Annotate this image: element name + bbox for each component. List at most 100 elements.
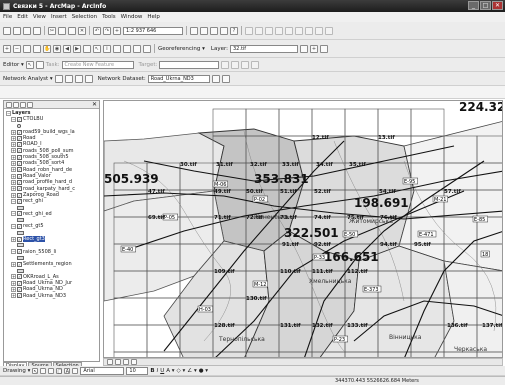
layout-view-icon[interactable] <box>115 359 121 365</box>
list-by-drawing-order-icon[interactable] <box>6 101 12 108</box>
arc-icon[interactable] <box>275 26 283 35</box>
layer-visibility-checkbox[interactable]: ✓ <box>17 154 22 160</box>
layer-visibility-checkbox[interactable]: ✓ <box>17 186 22 192</box>
menu-edit[interactable]: Edit <box>17 14 28 20</box>
collapse-icon[interactable]: − <box>11 116 16 122</box>
expand-icon[interactable]: + <box>11 192 16 198</box>
fixed-zoom-out-icon[interactable] <box>33 44 41 53</box>
layer-visibility-checkbox[interactable]: ✓ <box>17 135 22 141</box>
split-tool-icon[interactable] <box>221 60 230 69</box>
drawing-menu[interactable]: Drawing ▾ <box>3 368 30 374</box>
network-window-icon[interactable] <box>54 74 63 83</box>
map-scale-combo[interactable]: 1:2 937 646 <box>123 26 183 35</box>
layer-visibility-checkbox[interactable]: ✓ <box>17 167 22 173</box>
map-view[interactable]: E-40 M-06 P-05 P-02 E-95 M-21 E-50 M-12 P-33 E-37… <box>103 100 503 358</box>
expand-icon[interactable]: + <box>11 261 16 267</box>
layer-visibility-checkbox[interactable]: ✓ <box>17 198 22 204</box>
intersection-icon[interactable] <box>325 26 333 35</box>
zoom-out-icon[interactable]: − <box>13 44 21 53</box>
edit-vertices-icon[interactable] <box>72 367 79 374</box>
target-combo[interactable] <box>159 60 220 69</box>
expand-icon[interactable]: + <box>11 135 16 141</box>
time-slider-icon[interactable] <box>143 44 151 53</box>
fill-color-button[interactable]: ◇ ▾ <box>177 368 186 374</box>
close-button[interactable]: ✕ <box>492 1 503 10</box>
endpoint-arc-icon[interactable] <box>285 26 293 35</box>
full-extent-icon[interactable]: ◉ <box>53 44 61 53</box>
menu-tools[interactable]: Tools <box>102 14 116 20</box>
collapse-icon[interactable]: − <box>11 223 16 229</box>
open-folder-icon[interactable] <box>13 26 21 35</box>
expand-icon[interactable]: + <box>11 293 16 299</box>
select-features-icon[interactable] <box>83 44 91 53</box>
pause-drawing-icon[interactable] <box>131 359 137 365</box>
rotate-tool-icon[interactable] <box>231 60 240 69</box>
expand-icon[interactable]: + <box>11 129 16 135</box>
task-combo[interactable]: Create New Feature <box>61 60 134 69</box>
data-view-icon[interactable] <box>107 359 113 365</box>
menu-insert[interactable]: Insert <box>51 14 67 20</box>
network-dataset-combo[interactable]: Road_Ukrna_ND3 <box>147 74 210 83</box>
solve-icon[interactable] <box>84 74 93 83</box>
layer-visibility-checkbox[interactable]: ✓ <box>17 148 22 154</box>
redo-icon[interactable]: ↷ <box>103 26 111 35</box>
find-icon[interactable] <box>113 44 121 53</box>
identify-icon[interactable]: i <box>103 44 111 53</box>
menu-file[interactable]: File <box>3 14 12 20</box>
list-by-selection-icon[interactable] <box>27 101 33 108</box>
edit-vertices-icon[interactable] <box>255 26 263 35</box>
layer-visibility-checkbox[interactable]: ✓ <box>17 173 22 179</box>
collapse-icon[interactable]: − <box>11 249 16 255</box>
expand-icon[interactable]: + <box>11 186 16 192</box>
list-by-source-icon[interactable] <box>13 101 19 108</box>
layer-visibility-checkbox[interactable]: ✓ <box>17 261 22 267</box>
layer-visibility-checkbox[interactable]: ✓ <box>17 293 22 299</box>
expand-icon[interactable]: + <box>11 167 16 173</box>
map-canvas[interactable]: E-40M-06P-05P-02E-95M-21E-50M-12P-33E-37… <box>104 101 503 358</box>
italic-button[interactable]: I <box>157 368 159 374</box>
catalog-icon[interactable] <box>200 26 208 35</box>
attributes-icon[interactable] <box>241 60 250 69</box>
copy-icon[interactable] <box>58 26 66 35</box>
view-link-table-icon[interactable] <box>320 44 328 53</box>
cut-icon[interactable]: ✂ <box>48 26 56 35</box>
font-name-combo[interactable]: Arial <box>80 366 125 375</box>
paste-icon[interactable] <box>68 26 76 35</box>
underline-button[interactable]: U <box>160 368 164 374</box>
editor-menu[interactable]: Editor ▾ <box>3 62 24 68</box>
delete-icon[interactable]: ✕ <box>78 26 86 35</box>
measure-icon[interactable] <box>123 44 131 53</box>
layer-visibility-checkbox[interactable]: ✓ <box>17 142 22 148</box>
georeferencing-menu[interactable]: Georeferencing ▾ <box>158 46 205 52</box>
distance-icon[interactable] <box>315 26 323 35</box>
font-size-combo[interactable]: 10 <box>126 366 149 375</box>
hyperlink-icon[interactable] <box>133 44 141 53</box>
layer-visibility-checkbox[interactable]: ✓ <box>17 286 22 292</box>
select-elements-icon[interactable]: ↖ <box>32 367 39 375</box>
minimize-button[interactable]: _ <box>468 1 479 10</box>
zoom-whole-page-icon[interactable] <box>48 367 55 374</box>
layer-visibility-checkbox[interactable]: ✓ <box>17 280 22 286</box>
network-identify-icon[interactable] <box>221 74 230 83</box>
arctoolbox-icon[interactable] <box>210 26 218 35</box>
collapse-icon[interactable]: − <box>6 110 11 116</box>
expand-icon[interactable]: + <box>11 179 16 185</box>
expand-icon[interactable]: + <box>11 148 16 154</box>
print-icon[interactable] <box>33 26 41 35</box>
undo-icon[interactable]: ↶ <box>93 26 101 35</box>
trace-icon[interactable] <box>265 26 273 35</box>
zoom-in-icon[interactable]: + <box>3 44 11 53</box>
layer-visibility-checkbox[interactable]: ✓ <box>17 249 22 255</box>
bold-button[interactable]: B <box>150 368 154 374</box>
editor-toolbar-icon[interactable] <box>190 26 198 35</box>
rotate-icon[interactable] <box>300 44 308 53</box>
menu-help[interactable]: Help <box>147 14 160 20</box>
network-analyst-menu[interactable]: Network Analyst ▾ <box>3 76 53 82</box>
edit-tool-icon[interactable]: ↖ <box>25 60 34 69</box>
create-network-location-icon[interactable] <box>64 74 73 83</box>
layer-visibility-checkbox[interactable]: ✓ <box>17 223 22 229</box>
new-document-icon[interactable] <box>3 26 11 35</box>
georef-layer-combo[interactable]: 32.tif <box>230 44 298 53</box>
maximize-button[interactable]: □ <box>480 1 491 10</box>
expand-icon[interactable]: + <box>11 280 16 286</box>
